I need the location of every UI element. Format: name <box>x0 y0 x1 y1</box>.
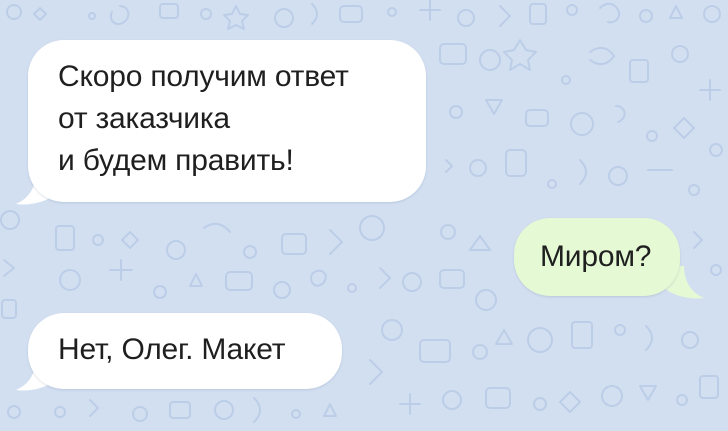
incoming-message-bubble[interactable]: Скоро получим ответ от заказчика и будем… <box>28 40 426 202</box>
message-text-line: Миром? <box>540 240 652 273</box>
message-text-line: Скоро получим ответ <box>58 60 349 93</box>
incoming-message-bubble[interactable]: Нет, Олег. Макет <box>28 313 342 389</box>
message-text-line: и будем править! <box>58 144 294 177</box>
message-text-line: Нет, Олег. Макет <box>58 333 286 366</box>
outgoing-message-bubble[interactable]: Миром? <box>514 218 680 296</box>
message-text-line: от заказчика <box>58 102 230 135</box>
